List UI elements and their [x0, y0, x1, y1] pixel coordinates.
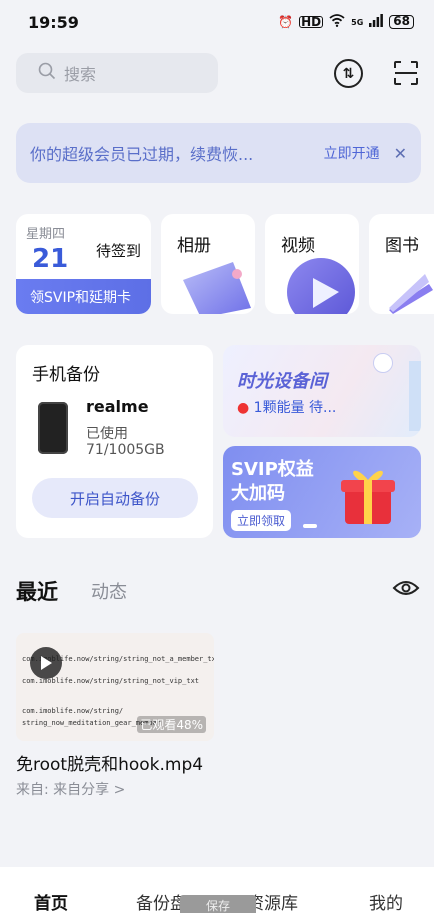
status-icons: ⏰ HD 5G 68	[278, 14, 414, 30]
tile-label: 视频	[281, 236, 315, 256]
backup-title: 手机备份	[32, 365, 100, 385]
day-number: 21	[32, 244, 69, 274]
scan-button[interactable]	[393, 60, 419, 86]
tab-feed[interactable]: 动态	[91, 578, 127, 604]
transfer-button[interactable]: ⇅	[334, 59, 363, 88]
scan-icon	[394, 61, 418, 85]
tab-recent[interactable]: 最近	[16, 576, 58, 606]
save-toast: 保存	[180, 895, 256, 913]
signal-icon	[369, 14, 384, 30]
promo-title: SVIP权益 大加码	[231, 459, 314, 504]
tile-album[interactable]: 相册	[161, 214, 255, 314]
nav-mine[interactable]: 我的	[369, 889, 403, 913]
used-value: 71/1005GB	[86, 442, 165, 458]
svip-benefits-promo[interactable]: SVIP权益 大加码 立即领取	[223, 446, 421, 538]
wifi-icon	[329, 14, 345, 30]
network-label: 5G	[351, 17, 364, 27]
sign-in-card[interactable]: 星期四 21 待签到 领SVIP和延期卡	[16, 214, 151, 314]
hd-icon: HD	[299, 15, 324, 29]
eye-icon[interactable]	[392, 578, 420, 598]
window-decoration	[409, 361, 421, 431]
tile-video[interactable]: 视频	[265, 214, 359, 314]
red-dot-icon: ●	[237, 400, 250, 416]
file-name[interactable]: 免root脱壳和hook.mp4	[16, 750, 203, 775]
status-bar: 19:59 ⏰ HD 5G 68	[0, 0, 434, 46]
album-icon	[183, 262, 251, 314]
clock: 19:59	[28, 13, 79, 32]
alarm-icon: ⏰	[278, 15, 294, 29]
transfer-icon: ⇅	[342, 65, 355, 82]
carousel-indicator	[303, 524, 317, 528]
svip-card-banner[interactable]: 领SVIP和延期卡	[16, 279, 151, 314]
promo-title: 时光设备间	[237, 371, 327, 392]
clock-icon	[373, 353, 393, 373]
tile-books[interactable]: 图书	[369, 214, 434, 314]
promo-subtitle: ● 1颗能量 待...	[237, 400, 337, 416]
nav-home[interactable]: 首页	[34, 889, 68, 913]
tile-label: 图书	[385, 236, 419, 256]
claim-now-button[interactable]: 立即领取	[231, 510, 292, 531]
search-placeholder: 搜索	[64, 65, 97, 84]
search-bar[interactable]: 搜索	[16, 53, 218, 93]
membership-banner[interactable]: 你的超级会员已过期，续费恢... 立即开通 ✕	[16, 123, 421, 183]
search-icon	[38, 62, 56, 84]
thumb-text-line: com.imoblife.now/string/	[22, 707, 124, 715]
weekday: 星期四	[26, 227, 66, 242]
time-device-promo[interactable]: 时光设备间 ● 1颗能量 待...	[223, 345, 421, 437]
play-icon[interactable]	[30, 647, 62, 679]
close-icon[interactable]: ✕	[394, 144, 407, 163]
tile-label: 相册	[177, 236, 211, 256]
phone-backup-card[interactable]: 手机备份 realme 已使用 71/1005GB 开启自动备份	[16, 345, 213, 538]
battery-icon: 68	[389, 15, 414, 29]
video-icon	[287, 258, 355, 314]
watch-progress: 已观看48%	[137, 716, 206, 733]
auto-backup-button[interactable]: 开启自动备份	[32, 478, 198, 518]
sign-status: 待签到	[96, 242, 142, 260]
video-thumbnail[interactable]: com.imoblife.now/string/string_not_a_mem…	[16, 633, 214, 741]
activate-now-link[interactable]: 立即开通	[324, 143, 380, 163]
device-name: realme	[86, 397, 149, 416]
gift-icon	[341, 470, 395, 524]
used-label: 已使用	[86, 426, 128, 442]
phone-icon	[38, 402, 68, 454]
book-icon	[389, 274, 433, 314]
banner-text: 你的超级会员已过期，续费恢...	[30, 145, 254, 164]
file-source[interactable]: 来自: 来自分享 >	[16, 779, 125, 799]
